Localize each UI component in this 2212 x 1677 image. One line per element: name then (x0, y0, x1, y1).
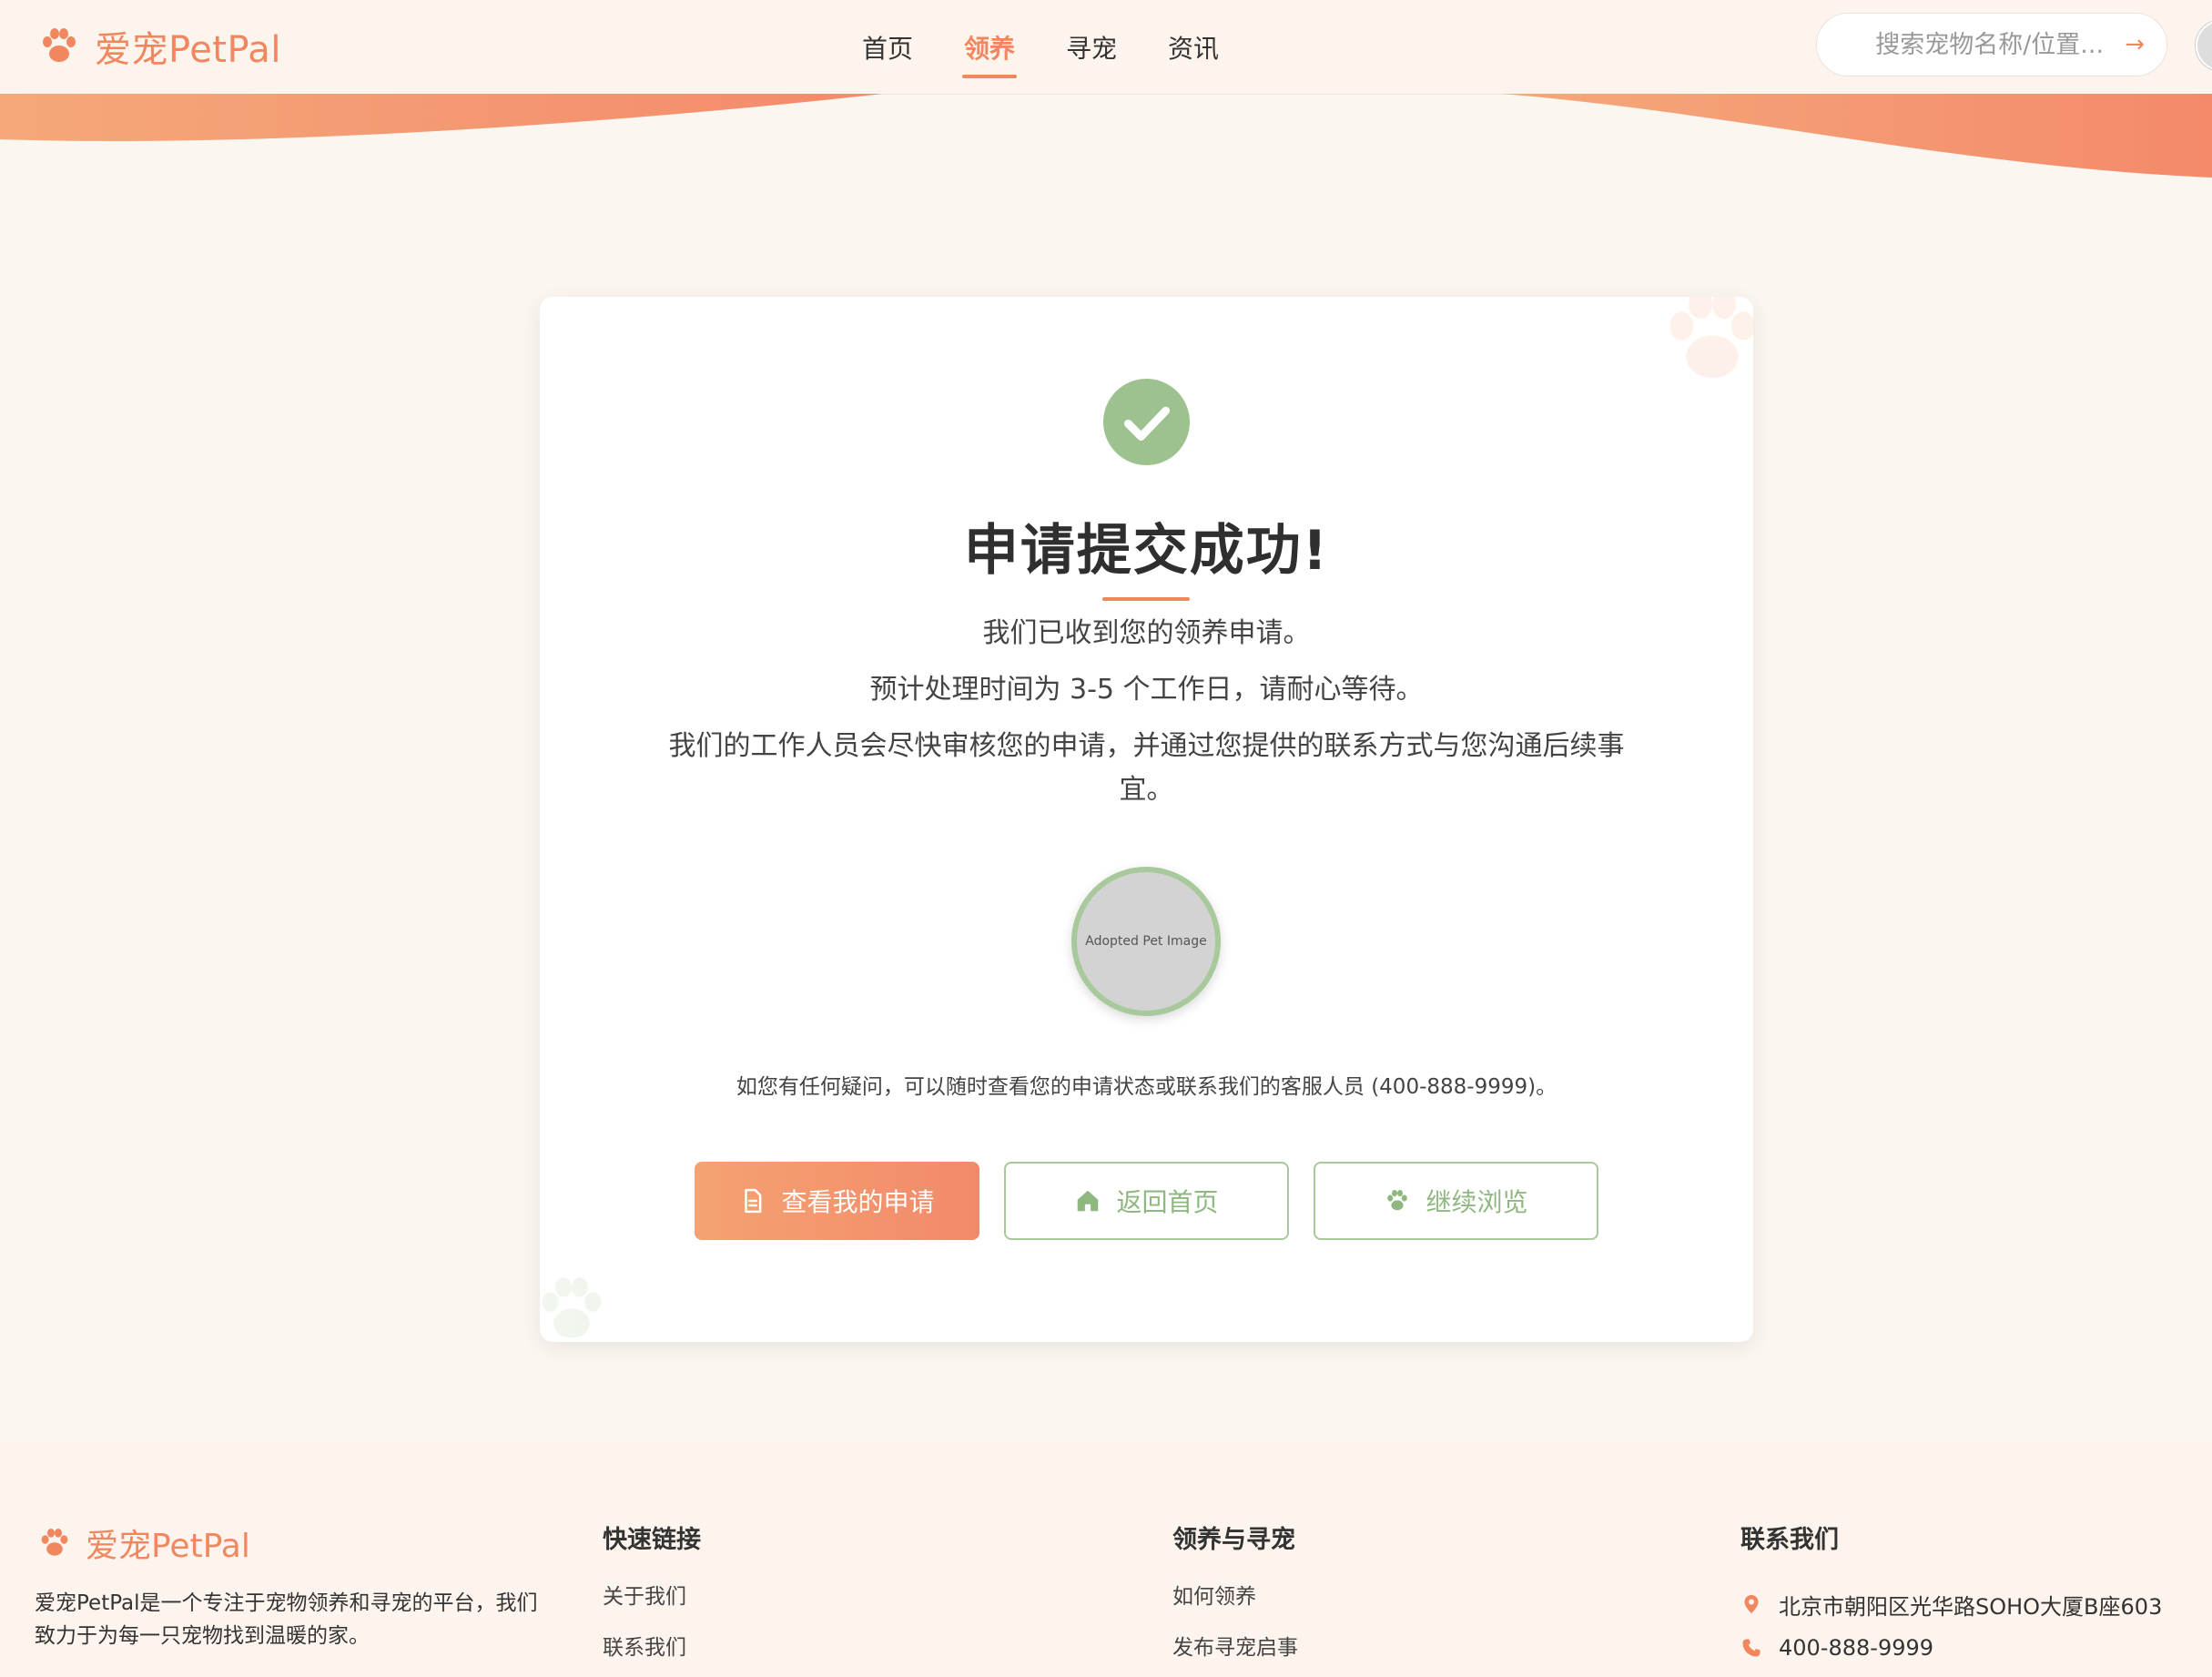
main-nav: 首页 领养 寻宠 资讯 (860, 0, 1221, 95)
footer-contact: 联系我们 北京市朝阳区光华路SOHO大厦B座603 400-888-9999 (1740, 1519, 2162, 1670)
top-header: 爱宠PetPal 首页 领养 寻宠 资讯 → (0, 0, 2212, 95)
footer-link-contact[interactable]: 联系我们 (603, 1633, 701, 1677)
nav-adopt[interactable]: 领养 (962, 29, 1018, 78)
help-text: 如您有任何疑问，可以随时查看您的申请状态或联系我们的客服人员 (400-888-… (736, 1075, 1558, 1099)
title-underline (1102, 597, 1190, 601)
footer: 爱宠PetPal 爱宠PetPal是一个专注于宠物领养和寻宠的平台，我们致力于为… (0, 1441, 2212, 1677)
contact-heading: 联系我们 (1740, 1526, 1839, 1554)
logo[interactable]: 爱宠PetPal (36, 20, 281, 73)
paw-icon (41, 1529, 68, 1556)
footer-link-post-lost-pet[interactable]: 发布寻宠启事 (1172, 1633, 1298, 1677)
paw-icon (43, 28, 76, 62)
continue-browsing-label: 继续浏览 (1426, 1187, 1528, 1217)
continue-browsing-button[interactable]: 继续浏览 (1314, 1162, 1598, 1240)
paw-icon (1669, 297, 1753, 379)
footer-logo[interactable]: 爱宠PetPal (36, 1519, 250, 1567)
contact-address-text: 北京市朝阳区光华路SOHO大厦B座603 (1779, 1593, 2163, 1620)
view-application-button[interactable]: 查看我的申请 (695, 1162, 979, 1240)
footer-link-how-to-adopt[interactable]: 如何领养 (1172, 1582, 1298, 1633)
back-home-label: 返回首页 (1116, 1187, 1219, 1217)
header-wave (0, 94, 2212, 178)
quick-links-heading: 快速链接 (603, 1526, 701, 1554)
footer-description: 爱宠PetPal是一个专注于宠物领养和寻宠的平台，我们致力于为每一只宠物找到温暖… (35, 1591, 538, 1648)
paw-icon (542, 1277, 602, 1338)
nav-find-pet[interactable]: 寻宠 (1064, 29, 1119, 66)
message-received: 我们已收到您的领养申请。 (982, 617, 1311, 649)
footer-adopt-find: 领养与寻宠 如何领养 发布寻宠启事 (1172, 1519, 1298, 1677)
back-home-button[interactable]: 返回首页 (1004, 1162, 1289, 1240)
home-icon (1078, 1190, 1099, 1212)
success-title: 申请提交成功! (963, 519, 1330, 583)
view-application-label: 查看我的申请 (781, 1187, 935, 1217)
contact-phone-text: 400-888-9999 (1779, 1635, 1934, 1661)
footer-link-about[interactable]: 关于我们 (603, 1582, 701, 1633)
paw-icon (1387, 1190, 1408, 1211)
nav-news[interactable]: 资讯 (1166, 29, 1221, 66)
contact-phone: 400-888-9999 (1740, 1626, 2162, 1670)
avatar[interactable] (2196, 20, 2212, 71)
logo-text: 爱宠PetPal (95, 29, 281, 71)
pet-image-label: Adopted Pet Image (1085, 934, 1207, 949)
location-icon (1744, 1595, 1759, 1613)
success-check (1103, 379, 1190, 465)
adopted-pet-image: Adopted Pet Image (1071, 867, 1221, 1016)
search-box: → (1816, 13, 2167, 76)
check-icon (1123, 406, 1170, 441)
nav-home[interactable]: 首页 (860, 29, 915, 66)
footer-logo-text: 爱宠PetPal (86, 1528, 250, 1565)
contact-address: 北京市朝阳区光华路SOHO大厦B座603 (1740, 1582, 2162, 1626)
document-icon (745, 1188, 762, 1214)
message-processing-time: 预计处理时间为 3-5 个工作日，请耐心等待。 (869, 674, 1424, 706)
search-arrow-icon[interactable]: → (2125, 31, 2145, 58)
adopt-find-heading: 领养与寻宠 (1172, 1526, 1295, 1554)
message-review: 我们的工作人员会尽快审核您的申请，并通过您提供的联系方式与您沟通后续事宜。 (668, 730, 1625, 806)
search-input[interactable] (1875, 30, 2113, 59)
phone-icon (1742, 1639, 1760, 1657)
success-card: 申请提交成功! 我们已收到您的领养申请。 预计处理时间为 3-5 个工作日，请耐… (540, 297, 1753, 1342)
footer-quick-links: 快速链接 关于我们 联系我们 (603, 1519, 701, 1677)
